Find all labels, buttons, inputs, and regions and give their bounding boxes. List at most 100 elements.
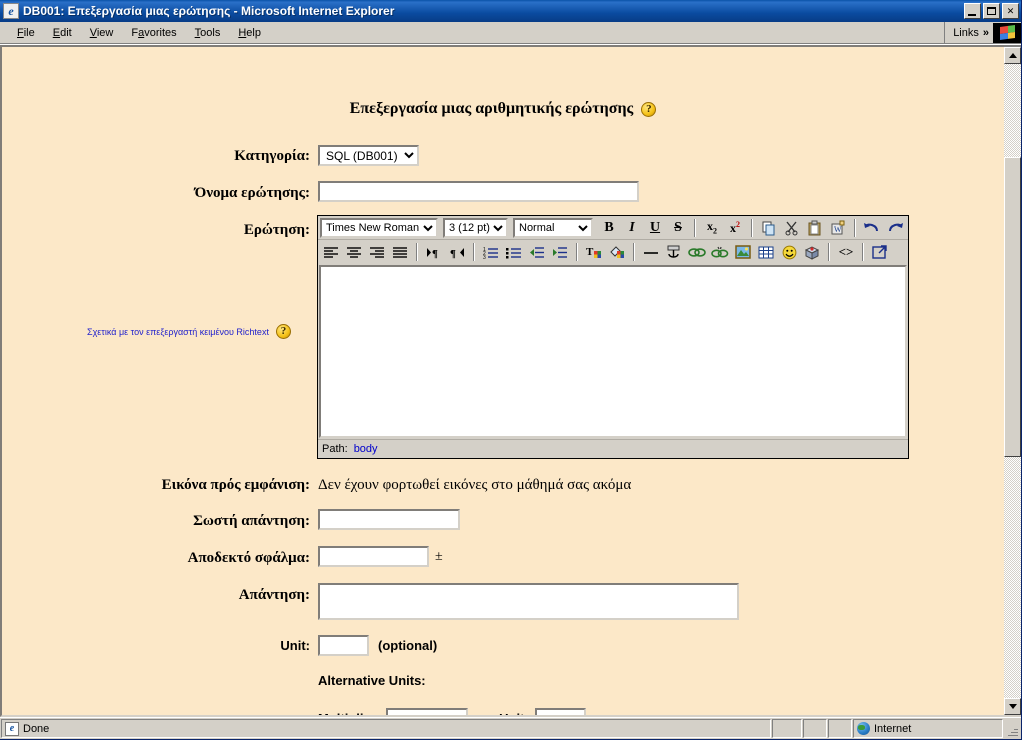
font-size-select[interactable]: 3 (12 pt) [443, 217, 508, 238]
chevron-double-right-icon[interactable]: » [981, 27, 993, 39]
strikethrough-icon[interactable]: S [667, 218, 689, 238]
scroll-down-button[interactable] [1004, 698, 1021, 715]
status-pane-empty-1 [772, 719, 802, 738]
accepted-error-label-cell: Αποδεκτό σφάλμα: [2, 550, 310, 567]
browser-client-area: Επεξεργασία μιας αριθμητικής ερώτησης ? … [0, 44, 1021, 717]
paragraph-format-select[interactable]: Normal [513, 217, 593, 238]
svg-text:¶: ¶ [432, 248, 438, 259]
status-pane-empty-2 [803, 719, 827, 738]
align-right-icon[interactable] [366, 242, 388, 262]
unit-label: Unit: [280, 638, 310, 653]
category-select[interactable]: SQL (DB001) [318, 145, 419, 166]
menu-view[interactable]: View [81, 25, 123, 41]
security-zone-pane[interactable]: Internet [853, 719, 1003, 738]
question-name-input[interactable] [318, 181, 639, 202]
accepted-error-input[interactable] [318, 546, 429, 567]
background-color-icon[interactable] [606, 242, 628, 262]
vertical-scrollbar[interactable] [1004, 45, 1021, 717]
horizontal-rule-icon[interactable] [640, 242, 662, 262]
menu-edit[interactable]: Edit [44, 25, 81, 41]
image-value-cell: Δεν έχουν φορτωθεί εικόνες στο μάθημά σα… [318, 477, 631, 494]
category-field-cell: SQL (DB001) [318, 145, 419, 166]
anchor-icon[interactable] [663, 242, 685, 262]
close-button[interactable]: ✕ [1002, 3, 1019, 19]
bold-icon[interactable]: B [598, 218, 620, 238]
status-text-pane: e Done [1, 719, 771, 738]
unit-input[interactable] [318, 635, 369, 656]
window-controls: ✕ [964, 3, 1019, 19]
cut-icon[interactable] [781, 218, 803, 238]
scrollbar-track[interactable] [1004, 64, 1021, 698]
direction-rtl-icon[interactable]: ¶ [446, 242, 468, 262]
answer-label: Απάντηση: [238, 587, 310, 603]
help-icon[interactable]: ? [275, 324, 291, 339]
undo-icon[interactable] [861, 218, 883, 238]
page-title: Επεξεργασία μιας αριθμητικής ερώτησης ? [2, 100, 1004, 118]
menu-favorites[interactable]: Favorites [122, 25, 185, 41]
status-text: Done [23, 722, 50, 735]
align-left-icon[interactable] [320, 242, 342, 262]
toolbar-separator [828, 243, 830, 261]
question-name-label-cell: Όνομα ερώτησης: [2, 185, 310, 202]
unit-label-cell: Unit: [2, 638, 310, 653]
minimize-button[interactable] [964, 3, 981, 19]
correct-answer-label-cell: Σωστή απάντηση: [2, 513, 310, 530]
toolbar-separator [576, 243, 578, 261]
html-source-icon[interactable]: <> [835, 242, 857, 262]
multiplier-input[interactable] [386, 708, 469, 715]
outdent-icon[interactable] [526, 242, 548, 262]
underline-icon[interactable]: U [644, 218, 666, 238]
editor-toolbar-row-2: ¶ ¶ 1 2 3 T <> [318, 240, 908, 264]
menu-file[interactable]: File [8, 25, 44, 41]
special-character-icon[interactable] [801, 242, 823, 262]
align-justify-icon[interactable] [389, 242, 411, 262]
path-element-body[interactable]: body [354, 443, 378, 455]
unordered-list-icon[interactable] [503, 242, 525, 262]
answer-textarea[interactable] [318, 583, 739, 620]
align-center-icon[interactable] [343, 242, 365, 262]
unlink-icon[interactable] [709, 242, 731, 262]
insert-link-icon[interactable] [686, 242, 708, 262]
scrollbar-thumb[interactable] [1004, 157, 1021, 457]
menu-items: File Edit View Favorites Tools Help [0, 25, 944, 41]
scroll-up-button[interactable] [1004, 47, 1021, 64]
menu-tools[interactable]: Tools [186, 25, 230, 41]
italic-icon[interactable]: I [621, 218, 643, 238]
menu-help[interactable]: Help [229, 25, 270, 41]
fullscreen-icon[interactable] [869, 242, 891, 262]
insert-table-icon[interactable] [755, 242, 777, 262]
emoticon-icon[interactable] [778, 242, 800, 262]
indent-icon[interactable] [549, 242, 571, 262]
links-bar[interactable]: Links » [944, 22, 993, 43]
resize-grip[interactable] [1004, 719, 1020, 738]
window-title: DB001: Επεξεργασία μιας ερώτησης - Micro… [23, 4, 395, 18]
richtext-help-link[interactable]: Σχετικά με τον επεξεργαστή κειμένου Rich… [87, 327, 269, 337]
maximize-button[interactable] [983, 3, 1000, 19]
status-bar: e Done Internet [0, 717, 1021, 739]
svg-text:T: T [586, 246, 594, 258]
direction-ltr-icon[interactable]: ¶ [423, 242, 445, 262]
insert-image-icon[interactable] [732, 242, 754, 262]
paste-icon[interactable] [804, 218, 826, 238]
toolbar-separator [473, 243, 475, 261]
subscript-icon[interactable]: x2 [701, 218, 723, 238]
paste-from-word-icon[interactable]: W [827, 218, 849, 238]
superscript-icon[interactable]: x2 [724, 218, 746, 238]
multiplier-label: Multiplier: [318, 711, 380, 715]
question-name-label: Όνομα ερώτησης: [194, 185, 310, 201]
text-color-icon[interactable]: T [583, 242, 605, 262]
accepted-error-label: Αποδεκτό σφάλμα: [187, 550, 310, 566]
question-label-cell: Ερώτηση: [2, 222, 310, 239]
ordered-list-icon[interactable]: 1 2 3 [480, 242, 502, 262]
help-icon[interactable]: ? [641, 101, 657, 117]
alt-unit-input[interactable] [534, 708, 586, 715]
redo-icon[interactable] [884, 218, 906, 238]
copy-icon[interactable] [758, 218, 780, 238]
alternative-unit-row: Multiplier: Unit: [318, 708, 586, 715]
links-label: Links [953, 26, 979, 39]
answer-field-cell [318, 583, 739, 620]
web-page-viewport: Επεξεργασία μιας αριθμητικής ερώτησης ? … [0, 45, 1004, 717]
font-family-select[interactable]: Times New Roman [320, 217, 438, 238]
richtext-content-area[interactable] [319, 265, 907, 438]
correct-answer-input[interactable] [318, 509, 460, 530]
